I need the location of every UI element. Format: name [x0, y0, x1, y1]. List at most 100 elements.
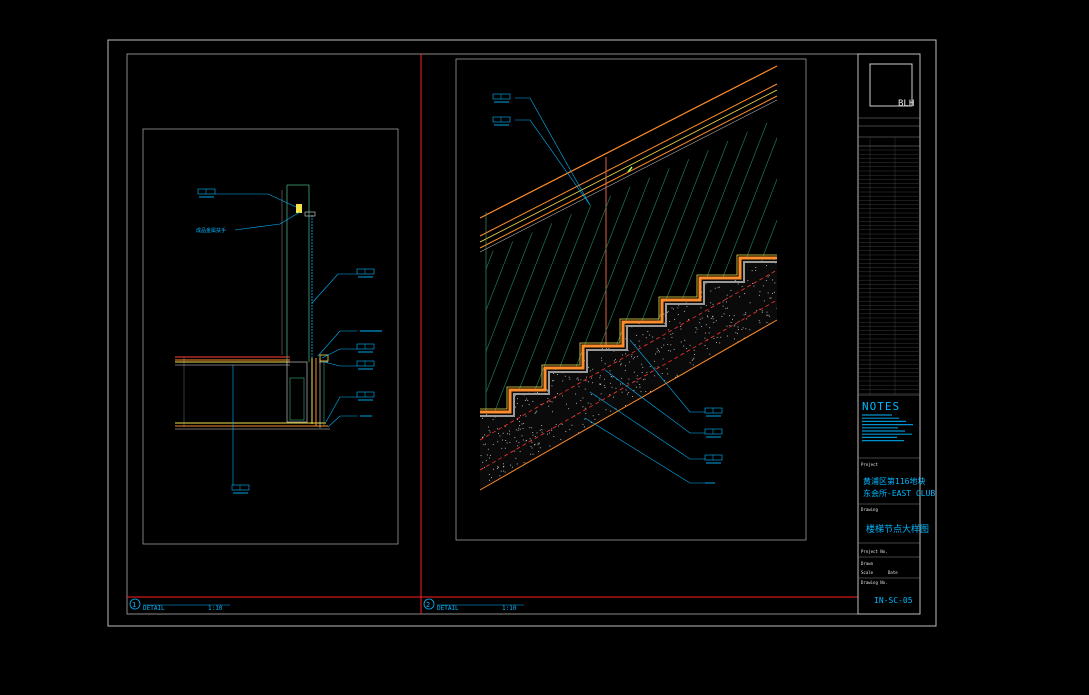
concrete-aggregate-dot	[718, 425, 720, 427]
concrete-aggregate-dot	[553, 372, 555, 374]
concrete-aggregate-dot	[687, 319, 689, 320]
concrete-aggregate-dot	[504, 289, 506, 291]
concrete-aggregate-dot	[709, 413, 711, 415]
concrete-aggregate-dot	[583, 466, 585, 468]
concrete-aggregate-dot	[522, 439, 524, 441]
concrete-aggregate-dot	[701, 325, 702, 327]
concrete-aggregate-dot	[750, 493, 751, 494]
concrete-aggregate-dot	[721, 370, 723, 372]
concrete-aggregate-dot	[518, 291, 520, 293]
concrete-aggregate-dot	[591, 316, 593, 318]
concrete-aggregate-dot	[488, 474, 490, 475]
concrete-aggregate-dot	[551, 385, 553, 387]
concrete-aggregate-dot	[732, 261, 734, 263]
concrete-aggregate-dot	[532, 453, 534, 455]
concrete-aggregate-dot	[758, 294, 760, 296]
concrete-aggregate-dot	[483, 288, 484, 290]
concrete-aggregate-dot	[667, 343, 669, 345]
concrete-aggregate-dot	[592, 276, 594, 278]
concrete-aggregate-dot	[658, 480, 660, 482]
concrete-aggregate-dot	[707, 373, 709, 375]
concrete-aggregate-dot	[695, 331, 697, 333]
concrete-aggregate-dot	[667, 290, 669, 292]
concrete-aggregate-dot	[577, 309, 579, 311]
concrete-aggregate-dot	[628, 378, 630, 380]
concrete-aggregate-dot	[722, 405, 724, 406]
concrete-aggregate-dot	[607, 450, 609, 452]
concrete-aggregate-dot	[611, 297, 613, 299]
concrete-aggregate-dot	[608, 444, 609, 446]
concrete-aggregate-dot	[629, 430, 631, 432]
concrete-aggregate-dot	[692, 464, 694, 466]
concrete-aggregate-dot	[634, 308, 636, 310]
concrete-aggregate-dot	[627, 479, 629, 481]
concrete-aggregate-dot	[488, 390, 490, 392]
concrete-aggregate-dot	[604, 387, 606, 388]
concrete-aggregate-dot	[586, 376, 587, 378]
concrete-aggregate-dot	[623, 258, 625, 259]
concrete-aggregate-dot	[568, 279, 570, 281]
concrete-aggregate-dot	[628, 392, 630, 394]
concrete-aggregate-dot	[625, 353, 627, 355]
concrete-aggregate-dot	[598, 320, 600, 321]
concrete-aggregate-dot	[776, 381, 777, 383]
concrete-aggregate-dot	[739, 452, 741, 454]
concrete-aggregate-dot	[499, 340, 500, 342]
concrete-aggregate-dot	[486, 414, 488, 416]
concrete-aggregate-dot	[734, 487, 736, 489]
concrete-aggregate-dot	[712, 318, 714, 320]
concrete-aggregate-dot	[608, 348, 610, 350]
concrete-fill	[480, 255, 777, 494]
concrete-aggregate-dot	[642, 493, 643, 494]
concrete-aggregate-dot	[598, 323, 599, 325]
concrete-aggregate-dot	[680, 341, 682, 343]
concrete-aggregate-dot	[725, 491, 726, 492]
concrete-aggregate-dot	[712, 465, 714, 467]
concrete-aggregate-dot	[630, 484, 632, 486]
concrete-aggregate-dot	[501, 308, 503, 310]
concrete-aggregate-dot	[690, 442, 692, 444]
concrete-aggregate-dot	[749, 417, 751, 419]
concrete-aggregate-dot	[770, 378, 772, 380]
concrete-aggregate-dot	[770, 491, 771, 492]
concrete-aggregate-dot	[723, 492, 724, 493]
concrete-aggregate-dot	[578, 261, 580, 263]
concrete-aggregate-dot	[616, 477, 618, 479]
concrete-aggregate-dot	[734, 421, 736, 423]
concrete-aggregate-dot	[661, 347, 663, 349]
concrete-aggregate-dot	[582, 397, 584, 399]
concrete-aggregate-dot	[658, 255, 659, 256]
concrete-aggregate-dot	[680, 385, 682, 387]
concrete-aggregate-dot	[491, 263, 493, 265]
concrete-aggregate-dot	[601, 347, 603, 349]
concrete-aggregate-dot	[769, 472, 771, 474]
concrete-aggregate-dot	[742, 327, 744, 329]
concrete-aggregate-dot	[692, 408, 694, 410]
concrete-aggregate-dot	[763, 465, 765, 467]
concrete-aggregate-dot	[498, 287, 500, 289]
concrete-aggregate-dot	[763, 452, 765, 454]
concrete-aggregate-dot	[744, 366, 746, 368]
concrete-aggregate-dot	[762, 436, 764, 438]
concrete-aggregate-dot	[596, 338, 598, 340]
concrete-aggregate-dot	[757, 256, 758, 257]
concrete-aggregate-dot	[656, 256, 657, 257]
concrete-aggregate-dot	[586, 481, 588, 483]
concrete-aggregate-dot	[536, 321, 538, 323]
concrete-aggregate-dot	[685, 282, 686, 284]
concrete-aggregate-dot	[547, 481, 549, 483]
concrete-aggregate-dot	[692, 274, 694, 276]
concrete-aggregate-dot	[765, 362, 767, 364]
concrete-aggregate-dot	[628, 308, 630, 310]
concrete-aggregate-dot	[652, 286, 654, 288]
concrete-aggregate-dot	[604, 313, 606, 315]
concrete-aggregate-dot	[634, 344, 636, 346]
detail-scale: 1:10	[208, 605, 223, 612]
concrete-aggregate-dot	[729, 315, 730, 317]
concrete-aggregate-dot	[516, 463, 518, 465]
concrete-aggregate-dot	[714, 478, 715, 480]
concrete-aggregate-dot	[715, 320, 717, 322]
concrete-aggregate-dot	[650, 435, 652, 437]
concrete-aggregate-dot	[520, 359, 522, 361]
concrete-aggregate-dot	[588, 305, 590, 307]
